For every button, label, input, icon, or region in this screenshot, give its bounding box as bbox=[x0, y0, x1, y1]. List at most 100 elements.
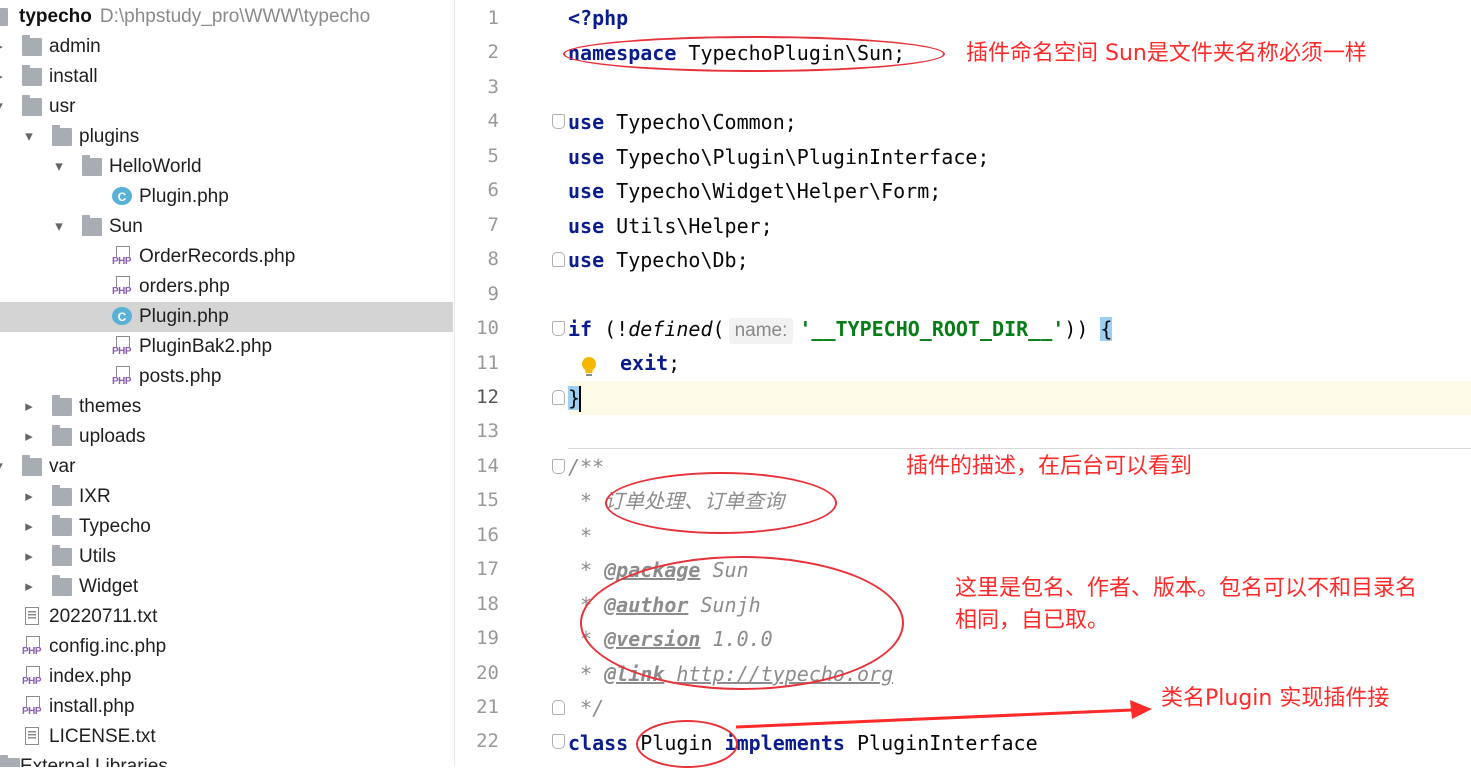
code-line-10: if (!defined(name: '__TYPECHO_ROOT_DIR__'… bbox=[568, 312, 1113, 346]
tree-item[interactable]: LICENSE.txt bbox=[0, 722, 453, 752]
tree-item-label: posts.php bbox=[139, 366, 222, 387]
line-number: 12 bbox=[476, 385, 499, 408]
tree-item-label: install.php bbox=[49, 696, 135, 717]
line-number: 20 bbox=[476, 661, 499, 684]
tree-item-label: Plugin.php bbox=[139, 306, 229, 327]
line-number: 5 bbox=[487, 144, 499, 167]
folder-icon bbox=[0, 755, 20, 767]
tree-item[interactable]: ▸ uploads bbox=[0, 422, 453, 452]
parameter-hint: name: bbox=[728, 318, 794, 344]
text-caret bbox=[579, 386, 581, 412]
php-file-icon: PHP bbox=[112, 246, 132, 267]
folder-icon bbox=[52, 545, 72, 566]
tree-item[interactable]: PHP PluginBak2.php bbox=[0, 332, 453, 362]
tree-item[interactable]: PHP config.inc.php bbox=[0, 632, 453, 662]
chevron-right-icon[interactable]: ▸ bbox=[22, 572, 36, 602]
folder-icon bbox=[22, 95, 42, 116]
tree-item[interactable]: ▾ Sun bbox=[0, 212, 453, 242]
php-file-icon: PHP bbox=[112, 276, 132, 297]
folder-icon bbox=[52, 575, 72, 596]
code-line-16: * bbox=[568, 524, 593, 548]
chevron-right-icon[interactable]: ▸ bbox=[22, 422, 36, 452]
line-number: 19 bbox=[476, 627, 499, 650]
tree-item[interactable]: ▸ Widget bbox=[0, 572, 453, 602]
folder-icon bbox=[82, 155, 102, 176]
project-tree: typecho D:\phpstudy_pro\WWW\typecho ▸ admi… bbox=[0, 0, 453, 767]
fold-marker-icon[interactable] bbox=[552, 321, 565, 337]
code-line-4: use Typecho\Common; bbox=[568, 110, 797, 134]
chevron-right-icon[interactable]: ▸ bbox=[22, 392, 36, 422]
chevron-right-icon[interactable]: ▸ bbox=[22, 542, 36, 572]
tree-item-label: var bbox=[49, 456, 76, 477]
tree-item[interactable]: ▾ HelloWorld bbox=[0, 152, 453, 182]
php-file-icon: PHP bbox=[22, 636, 42, 657]
tree-item[interactable]: ▸ Utils bbox=[0, 542, 453, 572]
tree-item[interactable]: ▸ Typecho bbox=[0, 512, 453, 542]
fold-marker-icon[interactable] bbox=[552, 734, 565, 750]
chevron-down-icon[interactable]: ▾ bbox=[52, 212, 66, 242]
tree-item[interactable]: ▸External Libraries bbox=[0, 752, 453, 767]
lightbulb-icon[interactable] bbox=[580, 356, 598, 378]
line-number: 22 bbox=[476, 730, 499, 753]
tree-item-label: uploads bbox=[79, 426, 146, 447]
fold-marker-icon[interactable] bbox=[552, 114, 565, 130]
fold-marker-icon[interactable] bbox=[552, 252, 565, 268]
tree-item[interactable]: PHP OrderRecords.php bbox=[0, 242, 453, 272]
tree-item-label: OrderRecords.php bbox=[139, 246, 296, 267]
chevron-right-icon[interactable]: ▸ bbox=[22, 512, 36, 542]
line-number: 2 bbox=[487, 41, 499, 64]
line-number: 18 bbox=[476, 592, 499, 615]
line-number: 1 bbox=[487, 7, 499, 29]
tree-item-label: Widget bbox=[79, 576, 139, 597]
tree-item[interactable]: ▸ admin bbox=[0, 32, 453, 62]
folder-icon bbox=[52, 395, 72, 416]
chevron-down-icon[interactable]: ▾ bbox=[52, 152, 66, 182]
line-number: 4 bbox=[487, 110, 499, 133]
text-file-icon bbox=[22, 607, 42, 626]
tree-item-label: plugins bbox=[79, 126, 140, 147]
tree-item[interactable]: ▸ install bbox=[0, 62, 453, 92]
tree-item[interactable]: ▾ usr bbox=[0, 92, 453, 122]
fold-marker-icon[interactable] bbox=[552, 700, 565, 715]
line-number: 15 bbox=[476, 489, 499, 512]
tree-item[interactable]: PHP orders.php bbox=[0, 272, 453, 302]
line-number: 11 bbox=[476, 351, 499, 374]
fold-marker-icon[interactable] bbox=[552, 458, 565, 474]
tree-item-label: 20220711.txt bbox=[49, 606, 158, 627]
tree-item[interactable]: C Plugin.php bbox=[0, 182, 453, 212]
tree-item-label: Plugin.php bbox=[139, 186, 229, 207]
tree-item-label: themes bbox=[79, 396, 142, 417]
line-number: 16 bbox=[476, 523, 499, 546]
tree-item[interactable]: PHP index.php bbox=[0, 662, 453, 692]
folder-icon bbox=[0, 8, 8, 26]
editor-gutter: 1 2 3 4 5 6 7 8 9 10 11 12 13 14 15 16 17 18 19 20 21 22 bbox=[454, 0, 569, 767]
fold-marker-icon[interactable] bbox=[552, 389, 565, 405]
chevron-down-icon[interactable]: ▾ bbox=[0, 452, 6, 482]
tree-item[interactable]: ▸ IXR bbox=[0, 482, 453, 512]
meta-circle bbox=[580, 556, 904, 690]
chevron-down-icon[interactable]: ▾ bbox=[0, 92, 6, 122]
tree-item-label: Typecho bbox=[79, 516, 151, 537]
root-path: D:\phpstudy_pro\WWW\typecho bbox=[99, 6, 371, 27]
line-number: 6 bbox=[487, 179, 499, 202]
tree-item[interactable]: PHP posts.php bbox=[0, 362, 453, 392]
line-number: 10 bbox=[476, 317, 499, 340]
folder-icon bbox=[22, 35, 42, 56]
tree-item[interactable]: ▾ var bbox=[0, 452, 453, 482]
tree-item-label: admin bbox=[49, 36, 101, 57]
chevron-right-icon[interactable]: ▸ bbox=[0, 32, 6, 62]
chevron-right-icon[interactable]: ▸ bbox=[22, 482, 36, 512]
tree-root[interactable]: typecho D:\phpstudy_pro\WWW\typecho bbox=[0, 2, 453, 32]
tree-item[interactable]: PHP install.php bbox=[0, 692, 453, 722]
tree-item-label: usr bbox=[49, 96, 76, 117]
chevron-down-icon[interactable]: ▾ bbox=[22, 122, 36, 152]
tree-item-label: External Libraries bbox=[20, 756, 168, 767]
chevron-right-icon[interactable]: ▸ bbox=[0, 62, 6, 92]
tree-item[interactable]: C Plugin.php bbox=[0, 302, 453, 332]
tree-item[interactable]: ▸ themes bbox=[0, 392, 453, 422]
tree-item-label: HelloWorld bbox=[109, 156, 202, 177]
tree-item[interactable]: ▾ plugins bbox=[0, 122, 453, 152]
php-class-icon: C bbox=[112, 187, 132, 205]
tree-item[interactable]: 20220711.txt bbox=[0, 602, 453, 632]
line-number: 21 bbox=[476, 696, 499, 718]
